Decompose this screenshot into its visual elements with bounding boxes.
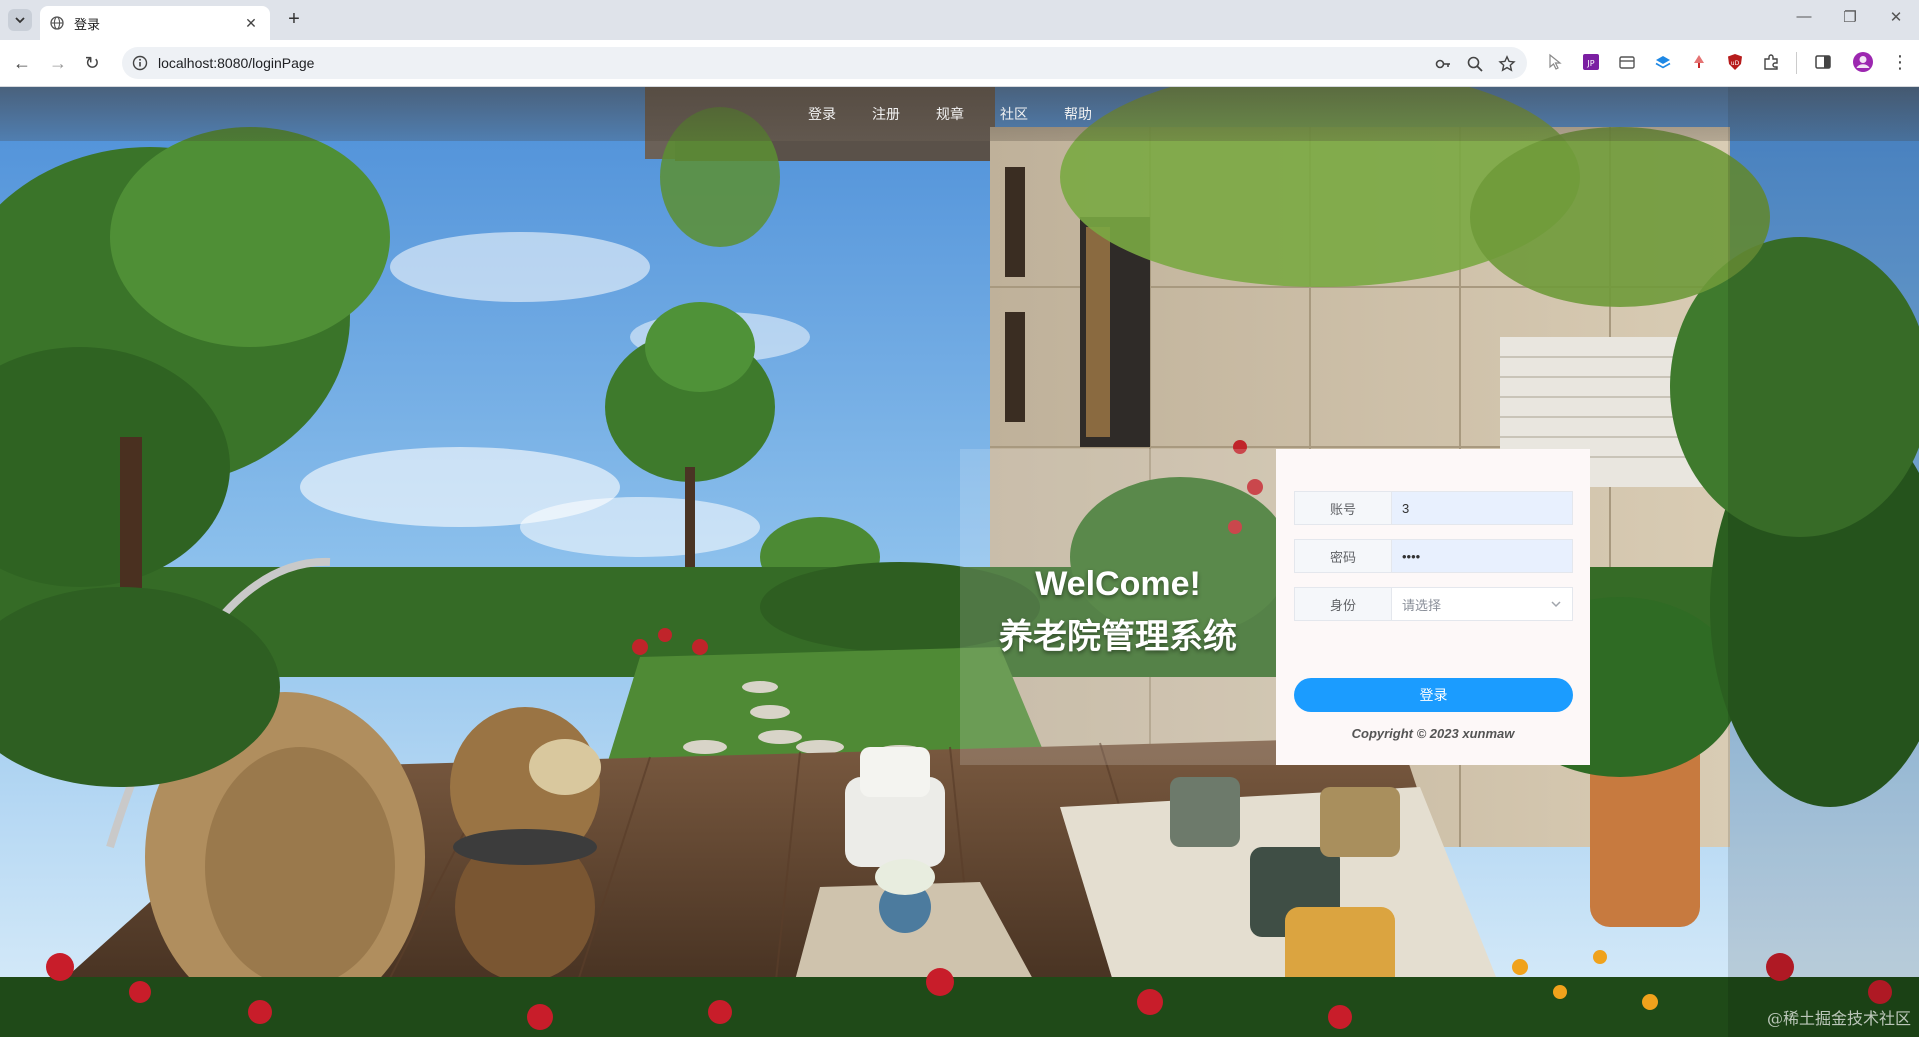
login-submit-button[interactable]: 登录 <box>1294 678 1573 712</box>
reload-icon[interactable]: ↻ <box>80 52 104 74</box>
forward-arrow-icon[interactable]: → <box>46 52 70 74</box>
account-input[interactable]: 3 <box>1392 492 1572 524</box>
restore-icon[interactable]: ❐ <box>1838 8 1862 26</box>
svg-text:uD: uD <box>1731 60 1740 67</box>
password-field: 密码 •••• <box>1294 539 1573 573</box>
chevron-down-icon <box>1551 601 1561 608</box>
password-input[interactable]: •••• <box>1392 540 1572 572</box>
close-tab-icon[interactable]: ✕ <box>242 15 260 32</box>
role-select[interactable]: 请选择 <box>1392 588 1572 620</box>
site-info-icon[interactable] <box>132 55 148 71</box>
ublock-shield-icon[interactable]: uD <box>1726 53 1744 71</box>
extension-purple-icon[interactable]: JP <box>1582 53 1600 71</box>
password-label: 密码 <box>1295 540 1392 572</box>
extensions-puzzle-icon[interactable] <box>1762 53 1780 71</box>
role-field: 身份 请选择 <box>1294 587 1573 621</box>
password-key-icon[interactable] <box>1434 55 1452 73</box>
chevron-down-icon <box>15 17 25 24</box>
nav-item-login[interactable]: 登录 <box>808 104 836 124</box>
svg-text:JP: JP <box>1586 59 1594 68</box>
top-navigation-bar: 登录 注册 规章 社区 帮助 <box>0 87 1919 141</box>
browser-menu-icon[interactable]: ⋮ <box>1888 51 1912 73</box>
page-viewport: 登录 注册 规章 社区 帮助 WelCome! 养老院管理系统 账号 3 密码 … <box>0 87 1919 1037</box>
nav-item-community[interactable]: 社区 <box>1000 104 1028 124</box>
tab-login[interactable]: 登录 ✕ <box>40 6 270 40</box>
globe-icon <box>50 16 64 30</box>
account-label: 账号 <box>1295 492 1392 524</box>
role-select-placeholder: 请选择 <box>1402 597 1442 613</box>
nav-menu: 登录 注册 规章 社区 帮助 <box>808 87 1128 141</box>
extension-red-tree-icon[interactable] <box>1690 53 1708 71</box>
watermark-text: @稀土掘金技术社区 <box>1766 1009 1911 1028</box>
browser-tabstrip: 登录 ✕ + — ❐ ✕ <box>0 0 1919 40</box>
url-text[interactable]: localhost:8080/loginPage <box>158 55 314 71</box>
bookmark-star-icon[interactable] <box>1498 55 1516 73</box>
nav-item-register[interactable]: 注册 <box>872 104 900 124</box>
profile-avatar[interactable] <box>1852 51 1874 73</box>
nav-item-rules[interactable]: 规章 <box>936 104 964 124</box>
address-bar[interactable]: localhost:8080/loginPage <box>122 47 1527 79</box>
account-field: 账号 3 <box>1294 491 1573 525</box>
tab-title: 登录 <box>74 16 101 32</box>
toolbar-divider <box>1796 52 1797 74</box>
side-panel-icon[interactable] <box>1814 53 1832 71</box>
back-arrow-icon[interactable]: ← <box>10 52 34 74</box>
extension-layers-icon[interactable] <box>1654 53 1672 71</box>
nav-item-help[interactable]: 帮助 <box>1064 104 1092 124</box>
welcome-heading: WelCome! <box>1035 565 1201 603</box>
new-tab-button[interactable]: + <box>282 8 306 31</box>
zoom-icon[interactable] <box>1466 55 1484 73</box>
system-name-heading: 养老院管理系统 <box>999 618 1237 656</box>
minimize-icon[interactable]: — <box>1792 8 1816 25</box>
browser-toolbar: ← → ↻ localhost:8080/loginPage JP uD ⋮ <box>0 40 1919 87</box>
copyright-text: Copyright © 2023 xunmaw <box>1351 726 1515 741</box>
role-label: 身份 <box>1295 588 1392 620</box>
close-window-icon[interactable]: ✕ <box>1884 8 1908 26</box>
tab-search-button[interactable] <box>8 9 32 31</box>
welcome-panel: WelCome! 养老院管理系统 <box>960 449 1276 765</box>
extension-store-icon[interactable] <box>1618 53 1636 71</box>
login-form-card: 账号 3 密码 •••• 身份 请选择 登录 Copyright © 2023 … <box>1276 449 1590 765</box>
extension-cursor-icon[interactable] <box>1546 53 1564 71</box>
